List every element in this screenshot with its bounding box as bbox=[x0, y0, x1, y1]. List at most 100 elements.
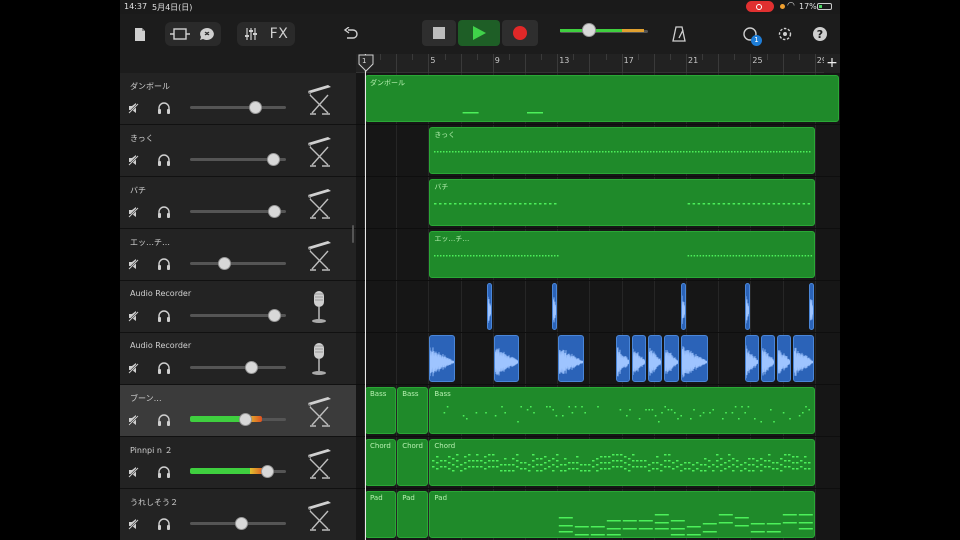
tracks-view-button[interactable] bbox=[167, 24, 193, 44]
audio-region[interactable] bbox=[793, 335, 814, 382]
audio-region[interactable] bbox=[551, 283, 557, 330]
audio-region[interactable] bbox=[809, 283, 815, 330]
track-header[interactable]: バチ bbox=[120, 177, 356, 229]
mute-icon[interactable] bbox=[128, 516, 142, 530]
mute-icon[interactable] bbox=[128, 204, 142, 218]
track-lanes[interactable]: ダンボール きっく バチ エッ…チ… Bass Bass Bass Chord Chord Cho… bbox=[356, 73, 840, 540]
my-songs-button[interactable] bbox=[130, 22, 150, 46]
audio-region[interactable] bbox=[680, 283, 686, 330]
volume-knob[interactable] bbox=[267, 309, 281, 322]
audio-region[interactable] bbox=[777, 335, 792, 382]
keyboard-icon[interactable] bbox=[304, 393, 334, 429]
volume-knob[interactable] bbox=[217, 257, 231, 270]
keyboard-icon[interactable] bbox=[304, 237, 334, 273]
browser-button[interactable] bbox=[195, 24, 219, 44]
track-header[interactable]: Audio Recorder bbox=[120, 281, 356, 333]
track-lane[interactable] bbox=[356, 281, 840, 333]
midi-region[interactable]: Chord bbox=[365, 439, 397, 486]
keyboard-icon[interactable] bbox=[304, 185, 334, 221]
keyboard-icon[interactable] bbox=[304, 81, 334, 117]
audio-region[interactable] bbox=[680, 335, 708, 382]
play-button[interactable] bbox=[458, 20, 500, 46]
stop-button[interactable] bbox=[422, 20, 456, 46]
microphone-icon[interactable] bbox=[304, 289, 334, 325]
volume-knob[interactable] bbox=[249, 101, 263, 114]
audio-region[interactable] bbox=[632, 335, 647, 382]
midi-region[interactable]: Pad bbox=[429, 491, 815, 538]
timeline-ruler[interactable]: 1591317212529 bbox=[356, 54, 840, 73]
volume-knob[interactable] bbox=[268, 205, 282, 218]
master-volume-knob[interactable] bbox=[582, 23, 596, 37]
midi-region[interactable]: バチ bbox=[429, 179, 815, 226]
headphones-icon[interactable] bbox=[157, 152, 171, 166]
audio-region[interactable] bbox=[648, 335, 663, 382]
track-header[interactable]: ダンボール bbox=[120, 73, 356, 125]
audio-region[interactable] bbox=[744, 283, 750, 330]
playhead-marker[interactable]: 1 bbox=[358, 54, 374, 72]
track-header[interactable]: うれしそう２ bbox=[120, 489, 356, 540]
volume-knob[interactable] bbox=[245, 361, 259, 374]
volume-slider[interactable] bbox=[190, 366, 286, 369]
mute-icon[interactable] bbox=[128, 256, 142, 270]
track-header[interactable]: Audio Recorder bbox=[120, 333, 356, 385]
mute-icon[interactable] bbox=[128, 152, 142, 166]
midi-region[interactable]: きっく bbox=[429, 127, 815, 174]
keyboard-icon[interactable] bbox=[304, 497, 334, 533]
keyboard-icon[interactable] bbox=[304, 445, 334, 481]
track-header[interactable]: エッ…チ… bbox=[120, 229, 356, 281]
midi-region[interactable]: Pad bbox=[397, 491, 429, 538]
headphones-icon[interactable] bbox=[157, 204, 171, 218]
metronome-button[interactable] bbox=[668, 22, 690, 46]
headphones-icon[interactable] bbox=[157, 100, 171, 114]
headphones-icon[interactable] bbox=[157, 360, 171, 374]
headphones-icon[interactable] bbox=[157, 516, 171, 530]
volume-knob[interactable] bbox=[238, 413, 252, 426]
track-header[interactable]: ブーン… bbox=[120, 385, 356, 437]
audio-region[interactable] bbox=[493, 335, 520, 382]
volume-slider[interactable] bbox=[190, 106, 286, 109]
volume-knob[interactable] bbox=[260, 465, 274, 478]
mute-icon[interactable] bbox=[128, 100, 142, 114]
audio-region[interactable] bbox=[664, 335, 679, 382]
mute-icon[interactable] bbox=[128, 308, 142, 322]
track-header[interactable]: きっく bbox=[120, 125, 356, 177]
midi-region[interactable]: Bass bbox=[365, 387, 397, 434]
help-button[interactable]: ? bbox=[808, 22, 832, 46]
midi-region[interactable]: エッ…チ… bbox=[429, 231, 815, 278]
resize-handle[interactable] bbox=[352, 225, 354, 243]
volume-knob[interactable] bbox=[266, 153, 280, 166]
mute-icon[interactable] bbox=[128, 464, 142, 478]
midi-region[interactable]: Chord bbox=[429, 439, 815, 486]
headphones-icon[interactable] bbox=[157, 308, 171, 322]
mixer-button[interactable] bbox=[239, 24, 263, 44]
master-volume-slider[interactable] bbox=[560, 23, 648, 40]
audio-region[interactable] bbox=[761, 335, 776, 382]
midi-region[interactable]: Bass bbox=[397, 387, 429, 434]
audio-region[interactable] bbox=[429, 335, 455, 382]
volume-slider[interactable] bbox=[190, 262, 286, 265]
undo-button[interactable] bbox=[340, 22, 362, 46]
headphones-icon[interactable] bbox=[157, 412, 171, 426]
midi-region[interactable]: ダンボール bbox=[365, 75, 839, 122]
audio-region[interactable] bbox=[558, 335, 584, 382]
playhead-line[interactable] bbox=[365, 54, 366, 540]
volume-knob[interactable] bbox=[234, 517, 248, 530]
audio-region[interactable] bbox=[487, 283, 493, 330]
record-button[interactable] bbox=[502, 20, 538, 46]
headphones-icon[interactable] bbox=[157, 464, 171, 478]
settings-button[interactable] bbox=[773, 22, 797, 46]
midi-region[interactable]: Pad bbox=[365, 491, 397, 538]
audio-region[interactable] bbox=[744, 335, 760, 382]
add-section-button[interactable]: + bbox=[824, 54, 840, 73]
headphones-icon[interactable] bbox=[157, 256, 171, 270]
midi-region[interactable]: Bass bbox=[429, 387, 815, 434]
audio-region[interactable] bbox=[616, 335, 631, 382]
track-header[interactable]: Pinnpi n ２ bbox=[120, 437, 356, 489]
microphone-icon[interactable] bbox=[304, 341, 334, 377]
midi-region[interactable]: Chord bbox=[397, 439, 429, 486]
fx-button[interactable]: FX bbox=[265, 24, 293, 44]
keyboard-icon[interactable] bbox=[304, 133, 334, 169]
mute-icon[interactable] bbox=[128, 412, 142, 426]
loops-button[interactable]: 1 bbox=[738, 22, 762, 46]
mute-icon[interactable] bbox=[128, 360, 142, 374]
